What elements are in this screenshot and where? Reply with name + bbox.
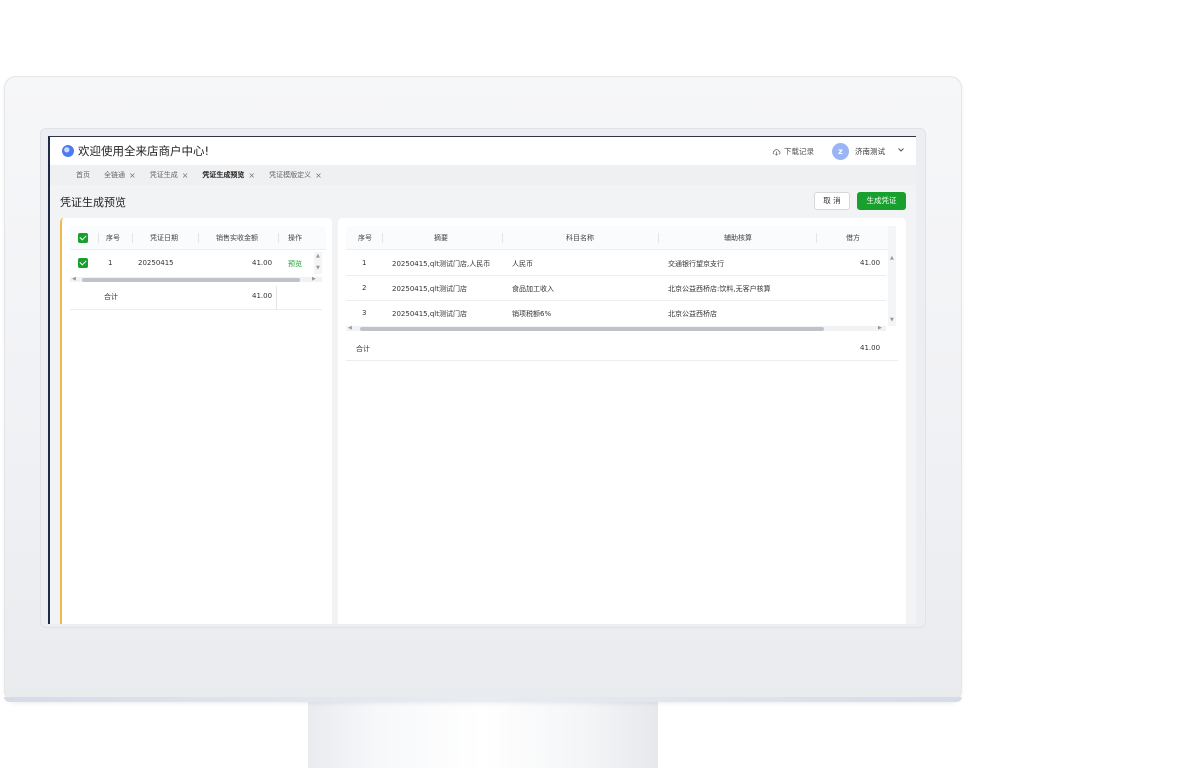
table-header: 序号 摘要 科目名称 辅助核算 借方	[346, 226, 890, 250]
row-subject: 人民币	[512, 260, 533, 268]
scroll-up-icon[interactable]: ▲	[316, 254, 320, 259]
scroll-right-icon[interactable]: ▶	[312, 277, 316, 282]
column-divider	[132, 233, 133, 243]
row-aux: 北京公益西桥店	[668, 310, 717, 318]
avatar[interactable]: z	[832, 143, 849, 160]
row-checkbox[interactable]	[78, 258, 88, 268]
vertical-scrollbar[interactable]: ▲ ▼	[314, 252, 322, 274]
close-icon[interactable]: ×	[129, 171, 136, 180]
table-header: 序号 凭证日期 销售实收金额 操作	[70, 226, 326, 250]
row-index: 1	[362, 259, 367, 267]
tab-voucher-generate[interactable]: 凭证生成 ×	[150, 170, 189, 180]
column-divider	[816, 233, 817, 243]
app-title: 欢迎使用全来店商户中心!	[78, 144, 210, 158]
row-subject: 食品加工收入	[512, 285, 554, 293]
column-header-action: 操作	[288, 234, 302, 242]
scroll-down-icon[interactable]: ▼	[316, 266, 320, 271]
row-divider	[70, 309, 322, 310]
monitor-stand	[308, 700, 658, 768]
column-divider	[278, 233, 279, 243]
logo-icon	[62, 145, 74, 157]
row-index: 1	[108, 259, 113, 267]
row-date: 20250415	[138, 259, 174, 267]
row-divider	[346, 300, 886, 301]
chevron-down-icon[interactable]	[897, 146, 905, 154]
vertical-scrollbar[interactable]: ▲ ▼	[888, 226, 896, 326]
row-summary: 20250415,qlt测试门店	[392, 285, 467, 293]
voucher-list-panel: 序号 凭证日期 销售实收金额 操作 1 20250415 41.00 预览 ▲ …	[60, 218, 332, 624]
column-divider	[382, 233, 383, 243]
tab-label: 凭证生成	[149, 171, 178, 179]
column-divider	[276, 286, 277, 310]
total-label: 合计	[104, 293, 118, 301]
scrollbar-thumb[interactable]	[360, 326, 824, 331]
column-header-aux: 辅助核算	[724, 234, 752, 242]
row-subject: 销项税额6%	[512, 310, 552, 318]
tab-home[interactable]: 首页	[76, 170, 90, 180]
voucher-detail-panel: 序号 摘要 科目名称 辅助核算 借方 1 20250415,qlt测试门店,人民…	[338, 218, 906, 624]
tab-label: 凭证生成预览	[202, 171, 245, 179]
scroll-left-icon[interactable]: ◀	[72, 277, 76, 282]
tab-label: 首页	[76, 171, 90, 179]
tab-voucher-preview[interactable]: 凭证生成预览 ×	[202, 170, 255, 180]
column-header-summary: 摘要	[434, 234, 448, 242]
tab-quanliantong[interactable]: 全链通 ×	[104, 170, 136, 180]
close-icon[interactable]: ×	[248, 171, 255, 180]
total-debit: 41.00	[860, 344, 881, 352]
tabs-bar: 首页 全链通 × 凭证生成 × 凭证生成预览 × 凭证模版定义 ×	[50, 165, 916, 185]
column-header-index: 序号	[358, 234, 372, 242]
row-aux: 交通银行望京支行	[668, 260, 724, 268]
horizontal-scrollbar[interactable]: ◀ ▶	[346, 326, 886, 331]
row-divider	[346, 360, 898, 361]
column-header-debit: 借方	[846, 234, 860, 242]
close-icon[interactable]: ×	[315, 171, 322, 180]
row-index: 3	[362, 309, 367, 317]
app-header: 欢迎使用全来店商户中心! 下载记录 z 济南测试	[50, 137, 916, 165]
row-summary: 20250415,qlt测试门店,人民币	[392, 260, 491, 268]
row-aux: 北京公益西桥店:饮料,无客户核算	[668, 285, 771, 293]
user-name[interactable]: 济南测试	[855, 146, 885, 157]
scrollbar-thumb[interactable]	[82, 277, 300, 282]
tab-voucher-template[interactable]: 凭证模版定义 ×	[269, 170, 322, 180]
app-screen: 欢迎使用全来店商户中心! 下载记录 z 济南测试 首页 全链通 × 凭证生成 × 凭…	[48, 136, 916, 624]
column-divider	[198, 233, 199, 243]
column-divider	[658, 233, 659, 243]
horizontal-scrollbar[interactable]: ◀ ▶	[70, 277, 322, 282]
column-header-subject: 科目名称	[566, 234, 594, 242]
tab-label: 全链通	[104, 171, 125, 179]
scroll-left-icon[interactable]: ◀	[348, 326, 352, 331]
select-all-checkbox[interactable]	[78, 233, 88, 243]
column-header-index: 序号	[106, 234, 120, 242]
row-index: 2	[362, 284, 367, 292]
column-header-amount: 销售实收金额	[216, 234, 258, 242]
row-debit: 41.00	[860, 259, 881, 267]
row-divider	[346, 275, 886, 276]
tab-label: 凭证模版定义	[269, 171, 312, 179]
close-icon[interactable]: ×	[182, 171, 189, 180]
row-amount: 41.00	[252, 259, 273, 267]
cancel-button[interactable]: 取 消	[814, 192, 850, 210]
column-header-date: 凭证日期	[150, 234, 178, 242]
preview-link[interactable]: 预览	[288, 259, 302, 269]
generate-voucher-button[interactable]: 生成凭证	[857, 192, 906, 210]
total-label: 合计	[356, 345, 370, 353]
total-amount: 41.00	[252, 292, 273, 300]
column-divider	[98, 233, 99, 243]
scroll-up-icon[interactable]: ▲	[890, 256, 894, 261]
page-title: 凭证生成预览	[60, 196, 126, 209]
row-summary: 20250415,qlt测试门店	[392, 310, 467, 318]
download-record-link[interactable]: 下载记录	[772, 146, 814, 157]
scroll-right-icon[interactable]: ▶	[878, 326, 882, 331]
cloud-download-icon	[772, 148, 781, 156]
column-divider	[502, 233, 503, 243]
download-record-label: 下载记录	[784, 147, 814, 156]
scroll-down-icon[interactable]: ▼	[890, 318, 894, 323]
